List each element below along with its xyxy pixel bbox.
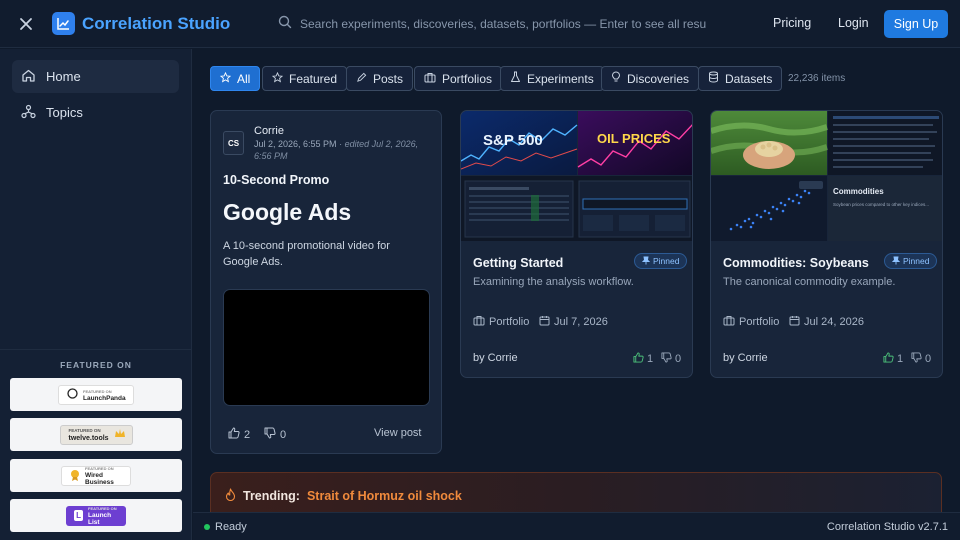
portfolio-icon	[424, 72, 436, 86]
sidebar-item-label: Topics	[46, 105, 83, 120]
portfolio-card-getting-started[interactable]: S&P 500 OIL PRICES Getting Started Pinne…	[460, 110, 693, 378]
close-icon[interactable]	[14, 12, 38, 36]
featured-on-section: FEATURED ON FEATURED ON LaunchPanda FEAT…	[0, 349, 192, 540]
portfolio-type: Portfolio	[723, 315, 779, 329]
chart-logo-icon	[52, 12, 75, 35]
video-player[interactable]	[223, 289, 430, 406]
signup-button[interactable]: Sign Up	[884, 10, 948, 38]
topics-icon	[21, 104, 36, 122]
pen-icon	[356, 72, 367, 86]
filter-posts[interactable]: Posts	[346, 66, 414, 91]
portfolio-subtitle: Examining the analysis workflow.	[473, 276, 634, 288]
featured-title: FEATURED ON	[60, 360, 132, 370]
sidebar-item-label: Home	[46, 69, 81, 84]
medal-icon	[70, 469, 80, 483]
pricing-link[interactable]: Pricing	[773, 16, 811, 30]
filter-featured[interactable]: Featured	[262, 66, 348, 91]
dislike-button[interactable]: 0	[911, 352, 931, 366]
filter-portfolios[interactable]: Portfolios	[414, 66, 503, 91]
portfolio-author[interactable]: by Corrie	[473, 352, 518, 364]
thumbs-up-icon	[633, 352, 644, 366]
dislike-button[interactable]: 0	[264, 427, 286, 442]
search-icon	[278, 15, 292, 34]
thumbs-up-icon	[883, 352, 894, 366]
view-post-link[interactable]: View post	[374, 427, 422, 439]
flask-icon	[510, 71, 521, 86]
trending-banner[interactable]: Trending: Strait of Hormuz oil shock	[210, 472, 942, 512]
post-kicker: 10-Second Promo	[223, 173, 330, 187]
flame-icon	[225, 488, 236, 504]
sidebar-item-home[interactable]: Home	[12, 60, 179, 93]
trending-topic-link[interactable]: Strait of Hormuz oil shock	[307, 489, 462, 503]
thumbs-down-icon	[264, 427, 276, 442]
portfolio-date: Jul 7, 2026	[539, 315, 608, 329]
avatar[interactable]: CS	[223, 131, 244, 155]
pinned-badge: Pinned	[634, 253, 688, 269]
commodities-thumb-text: Commodities	[833, 187, 884, 196]
search-input[interactable]	[300, 17, 748, 31]
main-content: All Featured Posts Portfolios Experiment…	[193, 49, 960, 512]
top-header: Correlation Studio Pricing Login Sign Up	[0, 0, 960, 48]
post-title[interactable]: Google Ads	[223, 199, 351, 226]
brand[interactable]: Correlation Studio	[52, 12, 230, 35]
post-author[interactable]: Corrie	[254, 125, 284, 137]
filter-discoveries[interactable]: Discoveries	[601, 66, 700, 91]
portfolio-card-soybeans[interactable]: Commodities Soybean prices compared to o…	[710, 110, 943, 378]
badge-twelve-tools[interactable]: FEATURED ON twelve.tools	[10, 418, 182, 451]
portfolio-subtitle: The canonical commodity example.	[723, 276, 896, 288]
filter-all[interactable]: All	[210, 66, 261, 91]
home-icon	[21, 68, 36, 86]
post-card[interactable]: CS Corrie Jul 2, 2026, 6:55 PM · edited …	[210, 110, 442, 454]
item-count: 22,236 items	[788, 73, 846, 84]
status-bar: Ready Correlation Studio v2.7.1	[193, 512, 960, 540]
portfolio-thumbnail: S&P 500 OIL PRICES	[461, 111, 692, 241]
sidebar-item-topics[interactable]: Topics	[12, 96, 179, 129]
panda-icon	[67, 388, 78, 401]
like-button[interactable]: 1	[883, 352, 903, 366]
status-indicator	[204, 524, 210, 530]
version-label: Correlation Studio v2.7.1	[826, 521, 948, 533]
post-description: A 10-second promotional video for Google…	[223, 240, 390, 268]
sidebar: Home Topics FEATURED ON FEATURED ON Laun…	[0, 49, 192, 540]
pin-icon	[641, 256, 651, 267]
calendar-icon	[539, 315, 550, 329]
like-button[interactable]: 1	[633, 352, 653, 366]
thumbs-down-icon	[661, 352, 672, 366]
portfolio-title[interactable]: Commodities: Soybeans	[723, 256, 869, 270]
filter-experiments[interactable]: Experiments	[500, 66, 604, 91]
lightbulb-icon	[611, 71, 621, 86]
badge-launch-list[interactable]: L FEATURED ON Launch List	[10, 499, 182, 532]
pin-icon	[891, 256, 901, 267]
star-icon	[271, 71, 284, 86]
pinned-badge: Pinned	[884, 253, 938, 269]
calendar-icon	[789, 315, 800, 329]
search-bar[interactable]	[278, 12, 748, 36]
sp500-thumb-text: S&P 500	[483, 132, 543, 149]
portfolio-icon	[723, 315, 735, 329]
post-date: Jul 2, 2026, 6:55 PM · edited Jul 2, 202…	[254, 139, 419, 161]
soybean-thumb-caption: Soybean prices compared to other key ind…	[833, 202, 929, 207]
portfolio-title[interactable]: Getting Started	[473, 256, 563, 270]
badge-launchpanda[interactable]: FEATURED ON LaunchPanda	[10, 378, 182, 411]
portfolio-thumbnail: Commodities Soybean prices compared to o…	[711, 111, 942, 241]
thumbs-down-icon	[911, 352, 922, 366]
thumbs-up-icon	[228, 427, 240, 442]
brand-name: Correlation Studio	[82, 13, 231, 33]
database-icon	[708, 71, 719, 86]
list-logo-icon: L	[74, 510, 84, 521]
portfolio-type: Portfolio	[473, 315, 529, 329]
crown-icon	[114, 428, 126, 441]
star-icon	[219, 71, 232, 86]
portfolio-author[interactable]: by Corrie	[723, 352, 768, 364]
login-link[interactable]: Login	[838, 16, 869, 30]
status-text: Ready	[215, 521, 247, 533]
portfolio-date: Jul 24, 2026	[789, 315, 864, 329]
oil-prices-thumb-text: OIL PRICES	[597, 131, 671, 146]
badge-wired-business[interactable]: FEATURED ON Wired Business	[10, 459, 182, 492]
dislike-button[interactable]: 0	[661, 352, 681, 366]
portfolio-icon	[473, 315, 485, 329]
filter-datasets[interactable]: Datasets	[698, 66, 783, 91]
like-button[interactable]: 2	[228, 427, 250, 442]
trending-label: Trending:	[243, 489, 300, 503]
